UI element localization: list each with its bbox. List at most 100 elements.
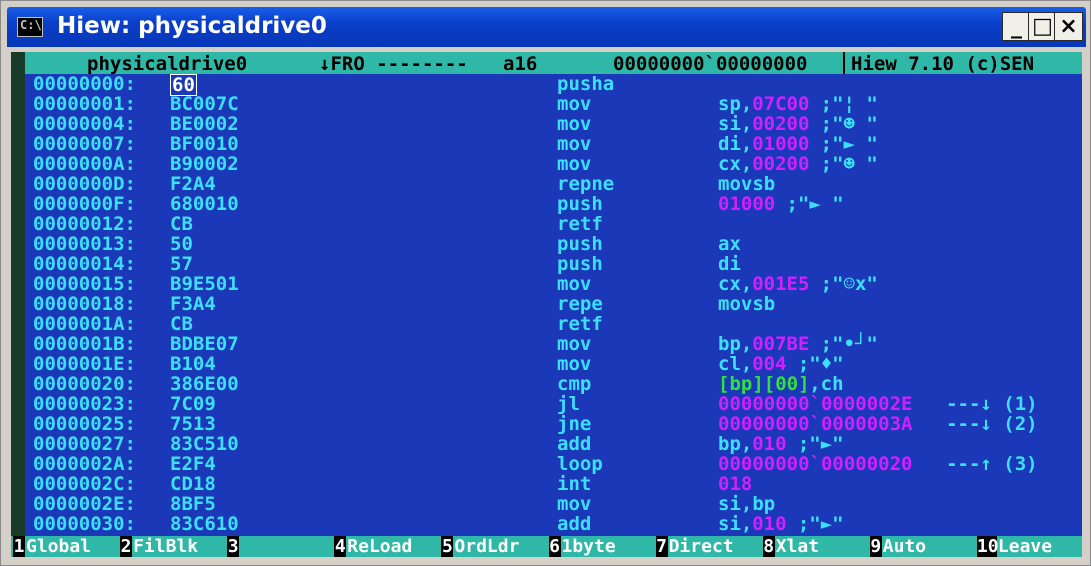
row-hex-bytes: BE0002 <box>170 113 239 135</box>
row-hex-bytes: 83C610 <box>170 513 239 535</box>
fkey-f5[interactable]: 5 OrdLdr <box>441 536 546 557</box>
row-address: 0000002C: <box>33 473 136 495</box>
fkey-number: 5 <box>441 536 454 557</box>
operand-text: ;"► " <box>775 193 844 215</box>
console-icon-glyph: C:\ <box>20 18 42 32</box>
row-mnemonic: mov <box>557 333 592 355</box>
row-mnemonic: mov <box>557 153 592 175</box>
fkey-number: 3 <box>227 536 240 557</box>
fkey-f8[interactable]: 8 Xlat <box>762 536 868 557</box>
row-hex-bytes: B104 <box>170 353 216 375</box>
row-address: 00000027: <box>33 433 136 455</box>
fkey-label: ReLoad <box>347 536 413 557</box>
row-hex-bytes: CB <box>170 313 193 335</box>
row-hex-bytes: F2A4 <box>170 173 216 195</box>
operand-text: movsb <box>718 173 776 195</box>
operand-number: 00000000`00000020 <box>718 453 913 475</box>
hiew-window: C:\ Hiew: physicaldrive0 _ □ × physicald… <box>0 0 1091 566</box>
row-address: 00000013: <box>33 233 136 255</box>
row-address: 0000001A: <box>33 313 136 335</box>
operand-number: 01000 <box>752 133 810 155</box>
operand-number: 00200 <box>752 153 810 175</box>
fkey-label: Xlat <box>775 536 820 557</box>
fkey-label: OrdLdr <box>454 536 520 557</box>
row-mnemonic: add <box>557 433 592 455</box>
row-mnemonic: mov <box>557 133 592 155</box>
operand-number: 00000000`0000002E <box>718 393 913 415</box>
operand-text: si, <box>718 513 753 535</box>
row-hex-bytes: BF0010 <box>170 133 239 155</box>
row-mnemonic: loop <box>557 453 603 475</box>
operand-number: 01000 <box>718 193 776 215</box>
row-hex-bytes: E2F4 <box>170 453 216 475</box>
row-mnemonic: push <box>557 233 603 255</box>
fkey-number: 7 <box>655 536 668 557</box>
fkey-label: 1byte <box>561 536 616 557</box>
operand-text: si,bp <box>718 493 776 515</box>
row-mnemonic: retf <box>557 213 603 235</box>
row-mnemonic: mov <box>557 353 592 375</box>
row-address: 0000001E: <box>33 353 136 375</box>
fkey-f4[interactable]: 4 ReLoad <box>334 536 439 557</box>
left-margin-bar <box>11 52 25 538</box>
row-mnemonic: retf <box>557 313 603 335</box>
fkey-f1[interactable]: 1 Global <box>13 536 118 557</box>
console-app-icon[interactable]: C:\ <box>17 17 43 37</box>
row-hex-bytes: 50 <box>170 233 193 255</box>
operand-memory-ref: [bp][00] <box>718 373 810 395</box>
operand-text: ;"►" <box>786 513 844 535</box>
operand-text: ,ch <box>809 373 844 395</box>
row-mnemonic: mov <box>557 93 592 115</box>
row-mnemonic: repe <box>557 293 603 315</box>
title-bar[interactable]: C:\ Hiew: physicaldrive0 _ □ × <box>7 7 1086 47</box>
row-address: 00000004: <box>33 113 136 135</box>
row-hex-bytes: 7C09 <box>170 393 216 415</box>
row-address: 00000025: <box>33 413 136 435</box>
operand-text: ;"♦" <box>786 353 844 375</box>
row-hex-bytes: BC007C <box>170 93 239 115</box>
operand-text: cl, <box>718 353 753 375</box>
status-bitness: a16 <box>503 53 538 75</box>
operand-number: 07C00 <box>752 93 810 115</box>
row-address: 00000030: <box>33 513 136 535</box>
row-mnemonic: push <box>557 253 603 275</box>
row-address: 00000015: <box>33 273 136 295</box>
status-offset: 00000000`00000000 <box>613 53 808 75</box>
fkey-f10[interactable]: 10 Leave <box>976 536 1082 557</box>
fkey-f6[interactable]: 6 1byte <box>548 536 654 557</box>
operand-number: 00000000`0000003A <box>718 413 913 435</box>
operand-text: ;"☻ " <box>809 113 878 135</box>
fkey-number: 2 <box>120 536 133 557</box>
row-mnemonic: push <box>557 193 603 215</box>
row-mnemonic: jne <box>557 413 592 435</box>
fkey-label: Auto <box>882 536 927 557</box>
operand-number: 007BE <box>752 333 810 355</box>
fkey-f3[interactable]: 3 <box>227 536 332 557</box>
fkey-f7[interactable]: 7 Direct <box>655 536 761 557</box>
status-divider <box>843 52 845 74</box>
minimize-button[interactable]: _ <box>1002 12 1031 41</box>
row-mnemonic: pusha <box>557 73 615 95</box>
row-hex-bytes: F3A4 <box>170 293 216 315</box>
fkey-f9[interactable]: 9 Auto <box>869 536 975 557</box>
row-address: 00000000: <box>33 73 136 95</box>
row-mnemonic: mov <box>557 273 592 295</box>
operand-text: ;"☺x" <box>809 273 878 295</box>
operand-number: 018 <box>718 473 753 495</box>
close-button[interactable]: × <box>1054 12 1083 41</box>
operand-text: ---↑ (3) <box>911 453 1038 475</box>
row-hex-bytes: 680010 <box>170 193 239 215</box>
operand-text: ---↓ (2) <box>911 413 1038 435</box>
maximize-button[interactable]: □ <box>1028 12 1057 41</box>
console-screen[interactable]: physicaldrive0 ↓FRO -------- a16 0000000… <box>11 52 1082 557</box>
row-hex-bytes: B9E501 <box>170 273 239 295</box>
fkey-number: 1 <box>13 536 25 557</box>
row-hex-bytes: 7513 <box>170 413 216 435</box>
operand-text: ;"►" <box>786 433 844 455</box>
fkey-f2[interactable]: 2 FilBlk <box>120 536 225 557</box>
operand-text: ;"¦ " <box>809 93 878 115</box>
row-hex-bytes: BDBE07 <box>170 333 239 355</box>
fkey-label: Leave <box>997 536 1053 557</box>
row-address: 0000000A: <box>33 153 136 175</box>
fkey-number: 10 <box>976 536 999 557</box>
